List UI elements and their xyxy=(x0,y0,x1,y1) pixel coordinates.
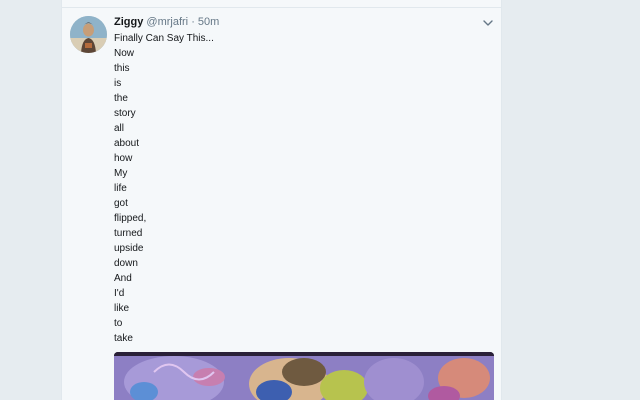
tweet-media-image[interactable] xyxy=(114,352,494,400)
tweet-text-line: upside xyxy=(114,243,144,254)
tweet-text-line: flipped, xyxy=(114,213,147,224)
media-thumbnail xyxy=(114,352,494,400)
tweet-text-line: Finally Can Say This... xyxy=(114,33,214,44)
chevron-down-icon xyxy=(483,20,493,26)
tweet-text-line: to xyxy=(114,318,123,329)
tweet-text-line: And xyxy=(114,273,132,284)
avatar-image xyxy=(70,16,107,53)
tweet-text-line: I'd xyxy=(114,288,125,299)
tweet-text-line: life xyxy=(114,183,127,194)
tweet-text-line: is xyxy=(114,78,122,89)
timestamp[interactable]: 50m xyxy=(198,16,219,28)
tweet-text-line: all xyxy=(114,123,125,134)
tweet-text-line: like xyxy=(114,303,130,314)
tweet-text-line: the xyxy=(114,93,128,104)
tweet-text-line: about xyxy=(114,138,140,149)
tweet-text-line: down xyxy=(114,258,138,269)
tweet-header: Ziggy @mrjafri · 50m xyxy=(114,15,219,29)
tweet-text-line: this xyxy=(114,63,130,74)
tweet-text-line: how xyxy=(114,153,133,164)
tweet-text-line: story xyxy=(114,108,136,119)
tweet-text-line: got xyxy=(114,198,128,209)
timeline-column: Ziggy @mrjafri · 50m Finally Can Say Thi… xyxy=(61,0,502,400)
tweet-text-line: take xyxy=(114,333,133,344)
tweet-text: Finally Can Say This... Now this is the … xyxy=(114,31,214,346)
display-name[interactable]: Ziggy xyxy=(114,16,143,28)
user-handle[interactable]: @mrjafri xyxy=(146,16,188,28)
tweet-text-line: Now xyxy=(114,48,135,59)
tweet-menu-button[interactable] xyxy=(482,16,494,28)
profile-avatar[interactable] xyxy=(70,16,107,53)
separator-dot: · xyxy=(191,16,195,28)
tweet-text-line: turned xyxy=(114,228,143,239)
tweet-divider xyxy=(62,7,501,8)
tweet-text-line: My xyxy=(114,168,128,179)
